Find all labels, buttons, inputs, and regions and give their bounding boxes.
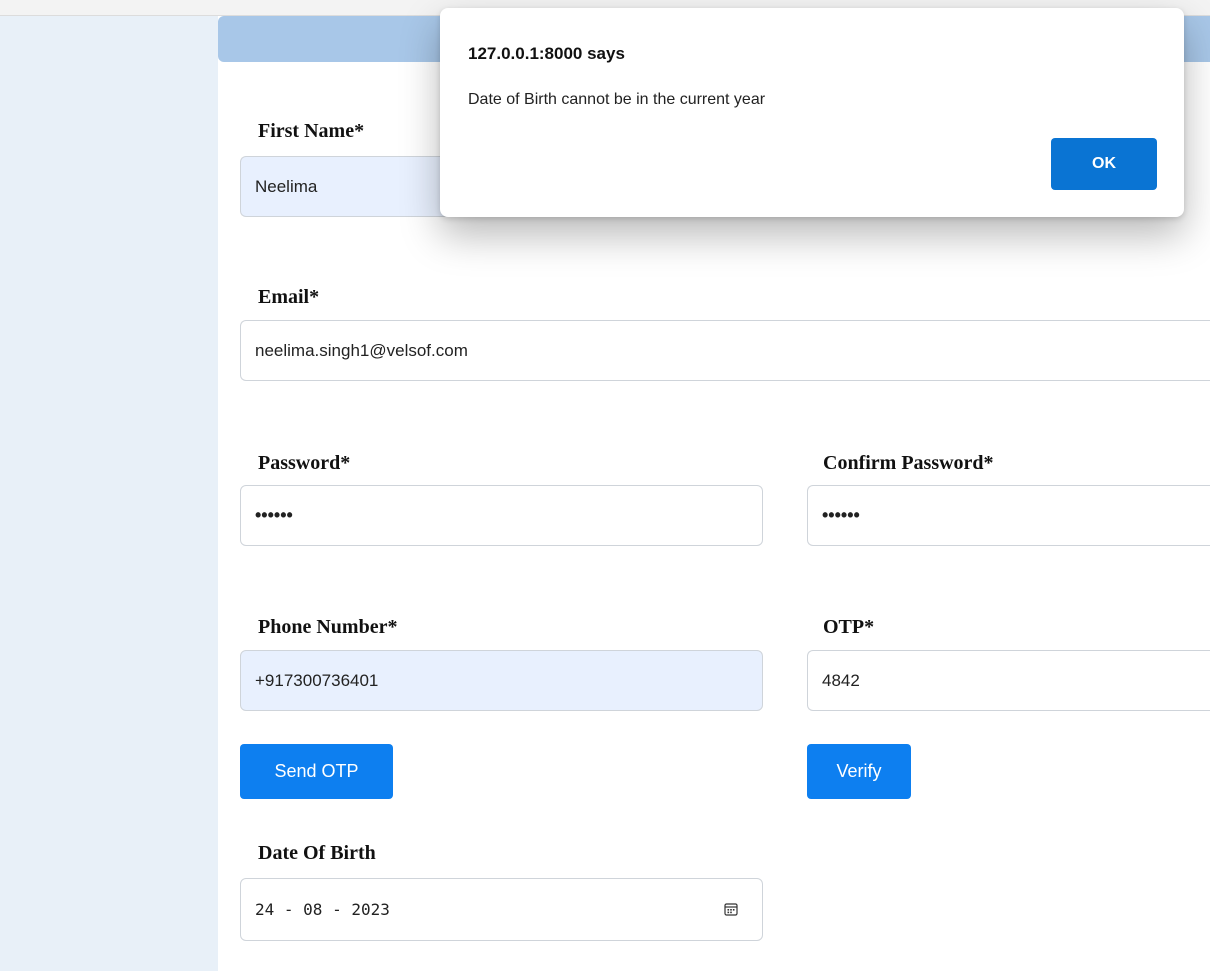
- dialog-message: Date of Birth cannot be in the current y…: [468, 91, 766, 108]
- email-value: neelima.singh1@velsof.com: [255, 340, 468, 360]
- password-input[interactable]: ••••••: [240, 485, 763, 546]
- confirm-password-value: ••••••: [822, 505, 860, 525]
- phone-label: Phone Number*: [258, 616, 398, 638]
- first-name-value: Neelima: [255, 176, 318, 196]
- phone-value: +917300736401: [255, 670, 379, 690]
- dialog-title: 127.0.0.1:8000 says: [468, 44, 625, 63]
- phone-input[interactable]: +917300736401: [240, 650, 763, 711]
- alert-dialog: 127.0.0.1:8000 says Date of Birth cannot…: [440, 8, 1184, 217]
- dob-label: Date Of Birth: [258, 842, 376, 864]
- password-label: Password*: [258, 452, 351, 474]
- send-otp-button[interactable]: Send OTP: [240, 744, 393, 799]
- left-panel: [0, 16, 218, 971]
- otp-value: 4842: [822, 670, 860, 690]
- dob-value: 24 - 08 - 2023: [255, 900, 390, 919]
- calendar-icon[interactable]: [724, 901, 738, 916]
- confirm-password-label: Confirm Password*: [823, 452, 994, 474]
- password-value: ••••••: [255, 505, 293, 525]
- email-input[interactable]: neelima.singh1@velsof.com: [240, 320, 1210, 381]
- confirm-password-input[interactable]: ••••••: [807, 485, 1210, 546]
- dob-input[interactable]: 24 - 08 - 2023: [240, 878, 763, 941]
- email-label: Email*: [258, 286, 320, 308]
- first-name-label: First Name*: [258, 120, 365, 142]
- otp-input[interactable]: 4842: [807, 650, 1210, 711]
- first-name-input[interactable]: Neelima: [240, 156, 470, 217]
- verify-button[interactable]: Verify: [807, 744, 911, 799]
- otp-label: OTP*: [823, 616, 875, 638]
- dialog-ok-button[interactable]: OK: [1051, 138, 1157, 190]
